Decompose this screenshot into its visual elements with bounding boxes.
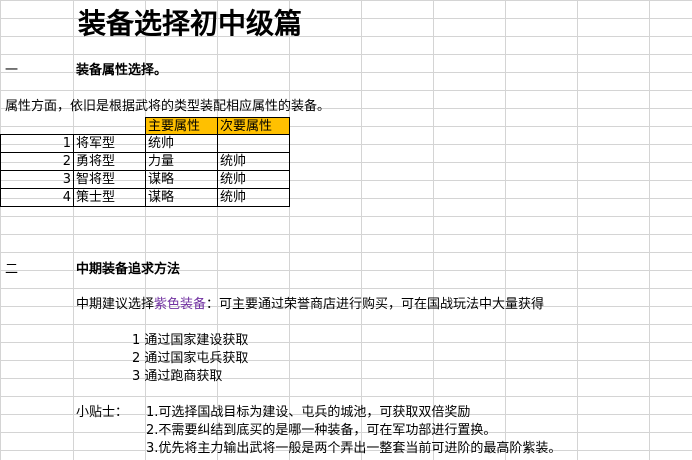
table-header-primary: 主要属性 bbox=[145, 117, 218, 135]
column-divider bbox=[649, 0, 650, 460]
section2-heading: 中期装备追求方法 bbox=[76, 262, 181, 277]
table-row-secondary: 统帅 bbox=[217, 188, 290, 207]
table-row-secondary: 统帅 bbox=[217, 170, 290, 189]
tip-item: 1.可选择国战目标为建设、屯兵的城池，可获取双倍奖励 bbox=[146, 405, 471, 420]
list-item: 1 通过国家建设获取 bbox=[132, 332, 248, 350]
table-row-primary: 统帅 bbox=[145, 134, 218, 153]
column-divider bbox=[289, 0, 290, 460]
section2-number: 二 bbox=[5, 262, 19, 277]
table-row-primary: 力量 bbox=[145, 152, 218, 171]
table-row-secondary: 统帅 bbox=[217, 152, 290, 171]
table-row-type: 将军型 bbox=[73, 134, 146, 153]
suggestion-suffix: ：可主要通过荣誉商店进行购买，可在国战玩法中大量获得 bbox=[206, 297, 545, 312]
list-item: 3 通过跑商获取 bbox=[132, 368, 222, 386]
table-row-secondary bbox=[217, 134, 290, 153]
method-index: 3 bbox=[132, 369, 141, 384]
suggestion-prefix: 中期建议选择 bbox=[76, 297, 155, 312]
column-divider bbox=[577, 0, 578, 460]
suggestion-highlight: 紫色装备 bbox=[154, 297, 207, 312]
section1-heading: 装备属性选择。 bbox=[76, 63, 168, 78]
table-header-secondary: 次要属性 bbox=[217, 117, 290, 135]
method-index: 1 bbox=[132, 333, 141, 348]
table-row-index: 2 bbox=[0, 152, 74, 171]
section1-number: 一 bbox=[5, 63, 19, 78]
column-divider bbox=[217, 0, 218, 460]
method-text: 通过跑商获取 bbox=[144, 369, 223, 384]
method-index: 2 bbox=[132, 351, 141, 366]
tip-item: 3.优先将主力输出武将一般是两个弄出一整套当前可进阶的最高阶紫装。 bbox=[146, 441, 562, 456]
method-text: 通过国家屯兵获取 bbox=[144, 351, 249, 366]
table-row-type: 智将型 bbox=[73, 170, 146, 189]
column-divider bbox=[73, 0, 74, 460]
table-row-index: 1 bbox=[0, 134, 74, 153]
table-row-type: 策士型 bbox=[73, 188, 146, 207]
list-item: 2 通过国家屯兵获取 bbox=[132, 350, 248, 368]
table-row-type: 勇将型 bbox=[73, 152, 146, 171]
column-divider bbox=[433, 0, 434, 460]
column-divider bbox=[361, 0, 362, 460]
section1-intro: 属性方面，依旧是根据武将的类型装配相应属性的装备。 bbox=[5, 99, 331, 114]
table-row-index: 4 bbox=[0, 188, 74, 207]
table-row-primary: 谋略 bbox=[145, 188, 218, 207]
tip-item: 2.不需要纠结到底买的是哪一种装备，可在军功部进行置换。 bbox=[146, 423, 497, 438]
column-divider bbox=[505, 0, 506, 460]
method-text: 通过国家建设获取 bbox=[144, 333, 249, 348]
page-title: 装备选择初中级篇 bbox=[78, 7, 303, 40]
table-row-index: 3 bbox=[0, 170, 74, 189]
tips-label: 小贴士： bbox=[76, 405, 129, 420]
section2-suggestion: 中期建议选择紫色装备：可主要通过荣誉商店进行购买，可在国战玩法中大量获得 bbox=[76, 296, 544, 314]
table-row-primary: 谋略 bbox=[145, 170, 218, 189]
